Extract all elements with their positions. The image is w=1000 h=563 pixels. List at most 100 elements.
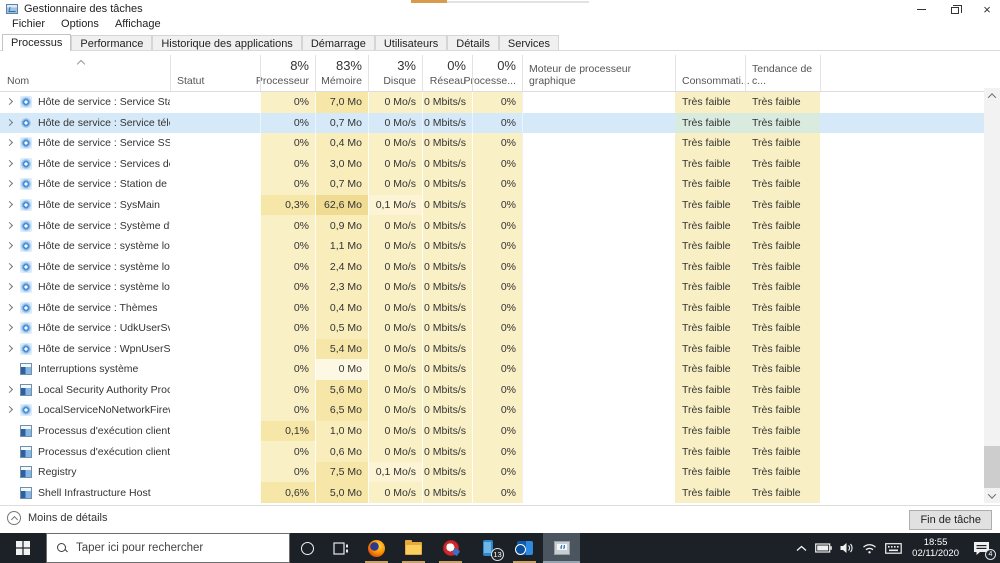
column-header-disk[interactable]: 3% Disque bbox=[368, 53, 422, 91]
table-row[interactable]: Hôte de service : système local 0% 1,1 M… bbox=[0, 236, 984, 257]
tab-d-tails[interactable]: Détails bbox=[447, 35, 499, 51]
column-header-cpu[interactable]: 8% Processeur bbox=[260, 53, 315, 91]
taskbar-search-box[interactable] bbox=[46, 533, 290, 563]
tab-d-marrage[interactable]: Démarrage bbox=[302, 35, 375, 51]
table-row[interactable]: Hôte de service : Service State R... 0% … bbox=[0, 92, 984, 113]
table-row[interactable]: Hôte de service : Système d'évé... 0% 0,… bbox=[0, 215, 984, 236]
expand-chevron-icon[interactable] bbox=[4, 96, 16, 108]
network-cell: 0 Mbits/s bbox=[422, 236, 472, 257]
expand-chevron-icon[interactable] bbox=[4, 137, 16, 149]
restore-button[interactable] bbox=[938, 0, 972, 18]
table-row[interactable]: Hôte de service : système local 0% 2,4 M… bbox=[0, 256, 984, 277]
table-row[interactable]: LocalServiceNoNetworkFirewall ... 0% 6,5… bbox=[0, 400, 984, 421]
tab-services[interactable]: Services bbox=[499, 35, 559, 51]
service-gear-icon bbox=[20, 117, 32, 129]
menu-fichier[interactable]: Fichier bbox=[4, 18, 53, 32]
status-cell bbox=[170, 92, 260, 113]
expand-chevron-icon[interactable] bbox=[4, 178, 16, 190]
table-row[interactable]: Processus d'exécution client-ser... 0,1%… bbox=[0, 421, 984, 442]
power-trend-cell: Très faible bbox=[745, 359, 820, 380]
gpu-engine-cell bbox=[522, 297, 675, 318]
touch-keyboard-button[interactable] bbox=[881, 533, 906, 563]
table-row[interactable]: Hôte de service : système local (... 0% … bbox=[0, 277, 984, 298]
cortana-button[interactable] bbox=[290, 533, 324, 563]
disk-cell: 0 Mo/s bbox=[368, 236, 422, 257]
expand-chevron-icon[interactable] bbox=[4, 322, 16, 334]
expand-chevron-icon[interactable] bbox=[4, 240, 16, 252]
close-button[interactable]: × bbox=[970, 0, 1000, 18]
minimize-button[interactable] bbox=[904, 0, 938, 18]
table-row[interactable]: Registry 0% 7,5 Mo 0,1 Mo/s 0 Mbits/s 0%… bbox=[0, 462, 984, 483]
tab-historique-des-applications[interactable]: Historique des applications bbox=[152, 35, 301, 51]
power-usage-cell: Très faible bbox=[675, 174, 745, 195]
gpu-cell: 0% bbox=[472, 441, 522, 462]
table-row[interactable]: Hôte de service : WpnUserServic... 0% 5,… bbox=[0, 339, 984, 360]
column-header-status[interactable]: Statut bbox=[170, 53, 260, 91]
tab-processus[interactable]: Processus bbox=[2, 34, 71, 51]
network-cell: 0 Mbits/s bbox=[422, 215, 472, 236]
taskbar-app-screen-recorder[interactable] bbox=[432, 533, 469, 563]
action-center-button[interactable]: 4 bbox=[965, 533, 1000, 563]
column-header-gpu[interactable]: 0% Processe... bbox=[472, 53, 522, 91]
expand-chevron-icon[interactable] bbox=[4, 199, 16, 211]
menu-options[interactable]: Options bbox=[53, 18, 107, 32]
start-button[interactable] bbox=[0, 533, 46, 563]
expand-chevron-icon[interactable] bbox=[4, 281, 16, 293]
volume-indicator[interactable] bbox=[836, 533, 858, 563]
task-view-button[interactable] bbox=[324, 533, 358, 563]
column-header-gpu-engine[interactable]: Moteur de processeur graphique bbox=[522, 53, 675, 91]
battery-indicator[interactable] bbox=[811, 533, 836, 563]
expand-chevron-icon[interactable] bbox=[4, 261, 16, 273]
taskbar-app-firefox[interactable] bbox=[358, 533, 395, 563]
table-row[interactable]: Hôte de service : SysMain 0,3% 62,6 Mo 0… bbox=[0, 195, 984, 216]
expand-chevron-icon[interactable] bbox=[4, 404, 16, 416]
gpu-cell: 0% bbox=[472, 215, 522, 236]
taskbar-app-outlook[interactable] bbox=[506, 533, 543, 563]
disk-cell: 0 Mo/s bbox=[368, 174, 422, 195]
end-task-button[interactable]: Fin de tâche bbox=[909, 510, 992, 530]
disk-cell: 0,1 Mo/s bbox=[368, 462, 422, 483]
tab-performance[interactable]: Performance bbox=[71, 35, 152, 51]
table-row[interactable]: Hôte de service : Thèmes 0% 0,4 Mo 0 Mo/… bbox=[0, 297, 984, 318]
tray-expand-button[interactable] bbox=[792, 533, 811, 563]
network-indicator[interactable] bbox=[858, 533, 881, 563]
clock[interactable]: 18:55 02/11/2020 bbox=[906, 533, 965, 563]
status-cell bbox=[170, 482, 260, 503]
table-row[interactable]: Hôte de service : UdkUserSvc_4... 0% 0,5… bbox=[0, 318, 984, 339]
memory-cell: 5,4 Mo bbox=[315, 339, 368, 360]
expand-chevron-icon[interactable] bbox=[4, 220, 16, 232]
table-row[interactable]: Local Security Authority Process... 0% 5… bbox=[0, 380, 984, 401]
process-name: Interruptions système bbox=[38, 363, 138, 375]
tab-utilisateurs[interactable]: Utilisateurs bbox=[375, 35, 447, 51]
column-header-power-trend[interactable]: Tendance de c... bbox=[745, 53, 820, 91]
power-trend-cell: Très faible bbox=[745, 215, 820, 236]
power-trend-cell: Très faible bbox=[745, 482, 820, 503]
less-details-toggle[interactable]: Moins de détails bbox=[7, 511, 108, 525]
scrollbar-thumb[interactable] bbox=[984, 446, 1000, 488]
expand-chevron-icon[interactable] bbox=[4, 158, 16, 170]
taskbar: 13 bbox=[0, 533, 1000, 563]
table-row[interactable]: Processus d'exécution client-ser... 0% 0… bbox=[0, 441, 984, 462]
taskbar-app-your-phone[interactable]: 13 bbox=[469, 533, 506, 563]
taskbar-app-file-explorer[interactable] bbox=[395, 533, 432, 563]
table-row[interactable]: Hôte de service : Services de chi... 0% … bbox=[0, 154, 984, 175]
expand-chevron-icon[interactable] bbox=[4, 384, 16, 396]
scroll-up-icon[interactable] bbox=[984, 88, 1000, 103]
process-name-cell: Hôte de service : système local bbox=[0, 256, 170, 277]
column-header-name[interactable]: Nom bbox=[0, 53, 170, 91]
expand-chevron-icon[interactable] bbox=[4, 302, 16, 314]
expand-chevron-icon[interactable] bbox=[4, 117, 16, 129]
menu-affichage[interactable]: Affichage bbox=[107, 18, 169, 32]
expand-chevron-icon[interactable] bbox=[4, 343, 16, 355]
table-row[interactable]: Hôte de service : Service SSTP (S... 0% … bbox=[0, 133, 984, 154]
table-row[interactable]: Hôte de service : Station de travail 0% … bbox=[0, 174, 984, 195]
column-header-memory[interactable]: 83% Mémoire bbox=[315, 53, 368, 91]
scroll-down-icon[interactable] bbox=[984, 488, 1000, 503]
vertical-scrollbar[interactable] bbox=[984, 88, 1000, 503]
search-input[interactable] bbox=[76, 542, 289, 554]
table-row[interactable]: Hôte de service : Service téléph... 0% 0… bbox=[0, 113, 984, 134]
table-row[interactable]: Shell Infrastructure Host 0,6% 5,0 Mo 0 … bbox=[0, 482, 984, 503]
taskbar-app-task-manager[interactable] bbox=[543, 533, 580, 563]
table-row[interactable]: Interruptions système 0% 0 Mo 0 Mo/s 0 M… bbox=[0, 359, 984, 380]
column-header-power-usage[interactable]: Consommati... bbox=[675, 53, 745, 91]
